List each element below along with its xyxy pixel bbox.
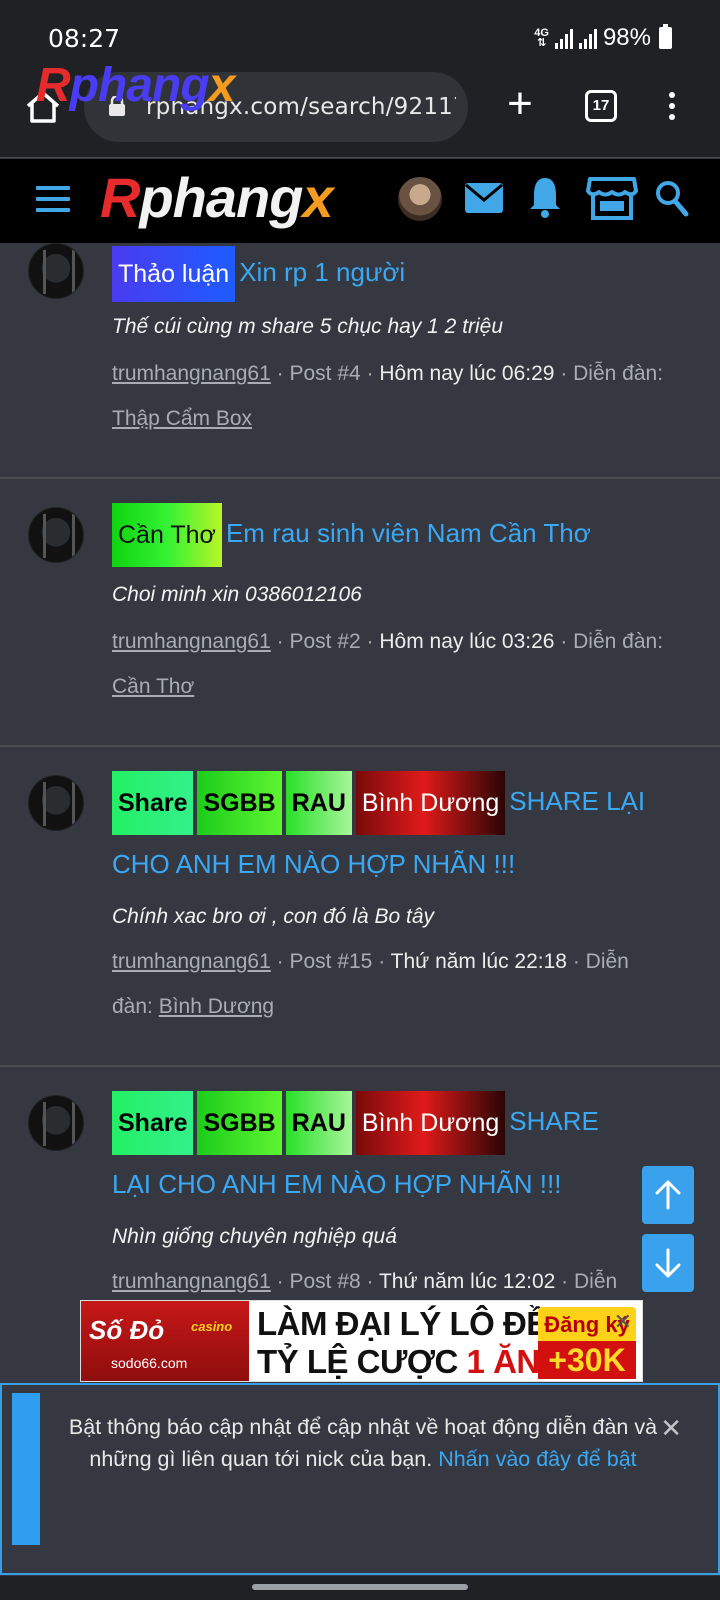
search-result-item[interactable]: Share SGBB RAU Bình Dương SHARE LẠI CHO ANH …	[0, 747, 720, 1067]
post-snippet[interactable]: Nhìn giống chuyên nghiệp quá	[112, 1225, 397, 1249]
thread-prefix[interactable]: Thảo luận	[112, 246, 236, 303]
site-logo[interactable]: Rphangx	[100, 165, 334, 230]
poster-avatar[interactable]	[28, 775, 84, 831]
ad-close-icon[interactable]: ✕	[614, 1309, 632, 1335]
scroll-top-button[interactable]	[642, 1166, 694, 1224]
thread-prefix[interactable]: Share	[112, 771, 194, 835]
thread-prefix[interactable]: RAU	[285, 771, 352, 835]
search-icon[interactable]	[654, 179, 690, 219]
result-title[interactable]: Share SGBB RAU Bình Dương SHARE LẠI CHO ANH …	[112, 1091, 632, 1213]
gesture-nav-bar	[0, 1576, 720, 1600]
forum-header: Rphangx	[0, 159, 720, 243]
forum-link[interactable]: Bình Dương	[159, 995, 274, 1018]
new-tab-button[interactable]: +	[500, 82, 540, 126]
poster-avatar[interactable]	[28, 243, 84, 299]
signal-icon-2	[578, 27, 597, 49]
result-title[interactable]: Thảo luận Xin rp 1 người	[112, 243, 672, 303]
post-snippet[interactable]: Thế cúi cùng m share 5 chục hay 1 2 triệ…	[112, 315, 503, 339]
mail-icon[interactable]	[464, 181, 504, 215]
arrow-down-icon	[655, 1248, 681, 1278]
close-icon[interactable]: ✕	[660, 1413, 682, 1444]
push-notification-prompt: Bật thông báo cập nhật để cập nhật về ho…	[0, 1383, 720, 1575]
ad-bonus: +30K	[538, 1341, 636, 1379]
thread-prefix[interactable]: SGBB	[197, 1091, 282, 1155]
post-meta: trumhangnang61 · Post #2 · Hôm nay lúc 0…	[112, 630, 664, 698]
post-snippet[interactable]: Chính xac bro ơi , con đó là Bo tây	[112, 905, 434, 929]
post-meta: trumhangnang61 · Post #4 · Hôm nay lúc 0…	[112, 362, 664, 430]
signal-icon	[554, 27, 573, 49]
shop-icon[interactable]	[586, 175, 638, 221]
ad-brand-panel: Số Đỏ casino sodo66.com	[81, 1301, 249, 1381]
thread-prefix[interactable]: Bình Dương	[355, 1091, 506, 1155]
tab-switcher-button[interactable]: 17	[585, 90, 617, 122]
menu-icon[interactable]	[36, 186, 70, 214]
bell-icon[interactable]	[528, 175, 562, 219]
notice-accent-bar	[12, 1393, 40, 1545]
battery-icon	[659, 24, 672, 49]
notice-message: Bật thông báo cập nhật để cập nhật về ho…	[68, 1415, 658, 1471]
forum-link[interactable]: Thập Cẩm Box	[112, 407, 252, 430]
thread-prefix[interactable]: Cần Thơ	[112, 503, 222, 567]
battery-percent: 98%	[602, 24, 651, 51]
ad-banner[interactable]: Số Đỏ casino sodo66.com LÀM ĐẠI LÝ LÔ ĐỀ…	[80, 1300, 643, 1382]
browser-toolbar: rphangx.com/search/9211718/ Rphangx + 17	[0, 59, 720, 158]
poster-username[interactable]: trumhangnang61	[112, 630, 271, 653]
post-meta: trumhangnang61 · Post #8 · Thứ năm lúc 1…	[112, 1270, 618, 1293]
enable-notifications-link[interactable]: Nhấn vào đây để bật	[438, 1447, 636, 1471]
search-result-item[interactable]: Thảo luận Xin rp 1 người Thế cúi cùng m s…	[0, 243, 720, 479]
arrow-up-icon	[655, 1180, 681, 1210]
post-date: Thứ năm lúc 22:18	[390, 950, 567, 973]
scroll-bottom-button[interactable]	[642, 1234, 694, 1292]
search-result-item[interactable]: Cần Thơ Em rau sinh viên Nam Cần Thơ Choi…	[0, 479, 720, 747]
thread-prefix[interactable]: RAU	[285, 1091, 352, 1155]
poster-avatar[interactable]	[28, 507, 84, 563]
ad-brand-name: Số Đỏ	[89, 1315, 165, 1345]
home-indicator[interactable]	[252, 1584, 468, 1590]
forum-link[interactable]: Cần Thơ	[112, 675, 194, 698]
poster-username[interactable]: trumhangnang61	[112, 950, 271, 973]
thread-prefix[interactable]: Share	[112, 1091, 194, 1155]
result-title[interactable]: Share SGBB RAU Bình Dương SHARE LẠI CHO ANH …	[112, 771, 672, 893]
ad-brand-tag: casino	[191, 1319, 233, 1334]
post-date: Thứ năm lúc 12:02	[378, 1270, 556, 1293]
status-indicators: 4G ⇅ 98%	[534, 24, 672, 52]
ad-headline: LÀM ĐẠI LÝ LÔ ĐỀ	[257, 1305, 548, 1342]
network-type: 4G ⇅	[534, 27, 549, 49]
search-result-item[interactable]: Share SGBB RAU Bình Dương SHARE LẠI CHO ANH …	[0, 1067, 720, 1307]
post-meta: trumhangnang61 · Post #15 · Thứ năm lúc …	[112, 950, 629, 1018]
status-time: 08:27	[48, 24, 121, 53]
thread-title-link[interactable]: Xin rp 1 người	[239, 257, 405, 287]
thread-prefix[interactable]: Bình Dương	[355, 771, 506, 835]
user-avatar[interactable]	[398, 177, 442, 221]
thread-prefix[interactable]: SGBB	[197, 771, 282, 835]
post-snippet[interactable]: Choi minh xin 0386012106	[112, 583, 362, 607]
result-title[interactable]: Cần Thơ Em rau sinh viên Nam Cần Thơ	[112, 503, 672, 567]
post-date: Hôm nay lúc 03:26	[379, 630, 555, 653]
poster-username[interactable]: trumhangnang61	[112, 1270, 271, 1293]
poster-avatar[interactable]	[28, 1095, 84, 1151]
post-date: Hôm nay lúc 06:29	[379, 362, 555, 385]
more-menu-icon[interactable]	[662, 88, 682, 128]
site-logo-overlay: Rphangx	[36, 59, 235, 112]
thread-title-link[interactable]: Em rau sinh viên Nam Cần Thơ	[226, 518, 591, 548]
poster-username[interactable]: trumhangnang61	[112, 362, 271, 385]
ad-domain: sodo66.com	[111, 1355, 188, 1371]
